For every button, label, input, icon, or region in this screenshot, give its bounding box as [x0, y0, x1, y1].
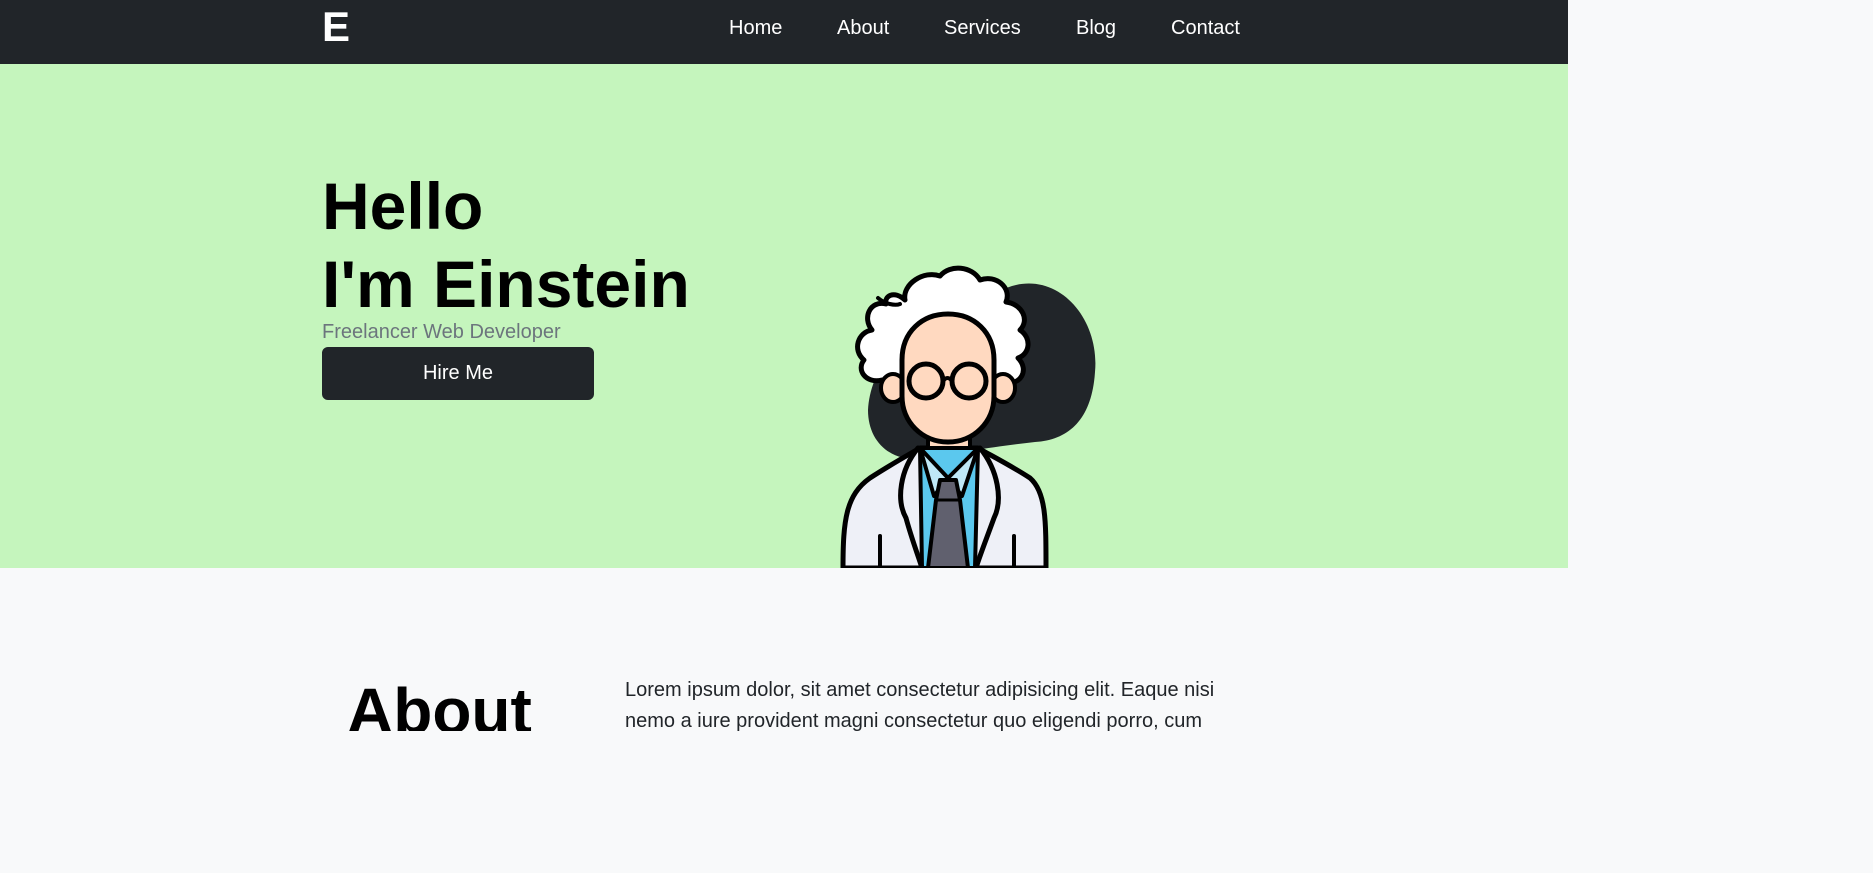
- nav-link-blog[interactable]: Blog: [1076, 14, 1116, 42]
- about-heading: About: [347, 675, 532, 731]
- nav-link-services[interactable]: Services: [944, 14, 1021, 42]
- about-section: About Lorem ipsum dolor, sit amet consec…: [0, 568, 1568, 731]
- hire-me-button[interactable]: Hire Me: [322, 347, 594, 400]
- hero-subtitle: Freelancer Web Developer: [322, 321, 561, 343]
- hero-title-line-2: I'm Einstein: [322, 247, 690, 321]
- navbar: E Home About Services Blog Contact: [0, 0, 1568, 64]
- nav-link-home[interactable]: Home: [729, 14, 782, 42]
- brand-logo[interactable]: E: [322, 4, 350, 50]
- nav-link-about[interactable]: About: [837, 14, 889, 42]
- einstein-avatar-illustration: [840, 265, 1096, 568]
- hero-section: Hello I'm Einstein Freelancer Web Develo…: [0, 64, 1568, 568]
- hero-title: Hello I'm Einstein: [322, 167, 690, 323]
- hero-title-line-1: Hello: [322, 169, 484, 243]
- about-text: Lorem ipsum dolor, sit amet consectetur …: [625, 679, 1215, 731]
- nav-link-contact[interactable]: Contact: [1171, 14, 1240, 42]
